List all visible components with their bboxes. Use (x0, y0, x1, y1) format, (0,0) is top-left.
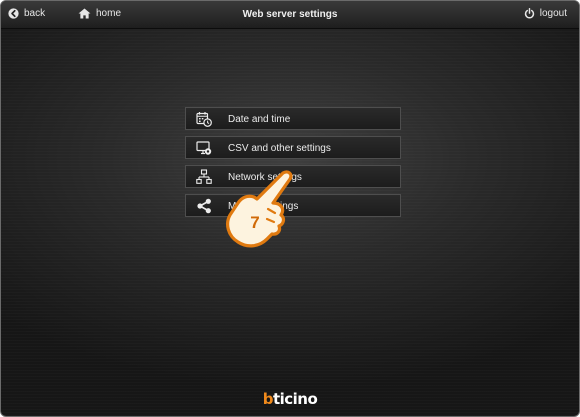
page-title: Web server settings (242, 9, 338, 20)
logout-label: logout (539, 8, 567, 19)
menu-item-label: CSV and other settings (228, 143, 331, 154)
brand-logo: bticino (262, 390, 318, 408)
share-icon (196, 198, 212, 214)
calendar-clock-icon (196, 111, 212, 127)
menu-item-csv-and-other-settings[interactable]: CSV and other settings (185, 136, 401, 159)
menu-item-label: Date and time (228, 114, 291, 125)
logout-button[interactable]: logout (524, 8, 567, 19)
menu-item-network-settings[interactable]: Network settings (185, 165, 401, 188)
top-bar: back home Web server settings logout (1, 1, 579, 29)
power-icon (524, 8, 535, 19)
menu-item-mo-settings[interactable]: Mo settings (185, 194, 401, 217)
settings-menu: Date and time CSV and other settings Net… (185, 107, 401, 223)
app-window: back home Web server settings logout Dat… (0, 0, 580, 417)
menu-item-label: Network settings (228, 172, 302, 183)
network-icon (196, 169, 212, 185)
menu-item-label: Mo settings (228, 201, 299, 212)
menu-item-date-and-time[interactable]: Date and time (185, 107, 401, 130)
monitor-gear-icon (196, 140, 212, 156)
